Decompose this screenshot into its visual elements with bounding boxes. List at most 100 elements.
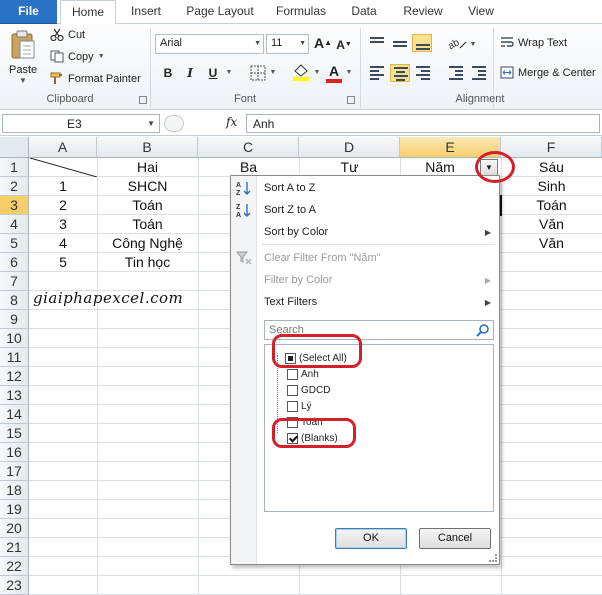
ok-button[interactable]: OK xyxy=(335,528,407,549)
row-header-10[interactable]: 10 xyxy=(0,329,29,348)
column-header-b[interactable]: B xyxy=(97,137,198,158)
row-header-13[interactable]: 13 xyxy=(0,386,29,405)
wrap-text-button[interactable]: Wrap Text xyxy=(500,36,567,49)
increase-font-size-button[interactable]: A▲ xyxy=(314,34,332,52)
middle-align-button[interactable] xyxy=(390,34,410,52)
cell-f4[interactable]: Văn xyxy=(501,215,602,234)
top-align-button[interactable] xyxy=(367,34,387,52)
column-header-c[interactable]: C xyxy=(198,137,299,158)
row-header-3[interactable]: 3 xyxy=(0,196,29,215)
formula-input[interactable]: Anh xyxy=(246,114,600,133)
row-header-8[interactable]: 8 xyxy=(0,291,29,310)
cell-f5[interactable]: Văn xyxy=(501,234,602,253)
filter-item[interactable]: GDCD xyxy=(287,385,330,396)
row-header-22[interactable]: 22 xyxy=(0,557,29,576)
orientation-icon[interactable]: ab xyxy=(446,34,468,52)
sort-z-to-a-item[interactable]: Sort Z to A xyxy=(264,204,316,216)
tab-file[interactable]: File xyxy=(0,0,57,24)
row-header-4[interactable]: 4 xyxy=(0,215,29,234)
cell-f3[interactable]: Toán xyxy=(501,196,602,215)
tab-home[interactable]: Home xyxy=(60,0,116,25)
select-all-corner[interactable] xyxy=(0,137,29,158)
cell-a2[interactable]: 1 xyxy=(29,177,97,196)
row-header-16[interactable]: 16 xyxy=(0,443,29,462)
tab-review[interactable]: Review xyxy=(396,0,450,24)
underline-button[interactable]: U xyxy=(205,64,221,82)
sort-a-to-z-item[interactable]: Sort A to Z xyxy=(264,182,315,194)
column-header-f[interactable]: F xyxy=(501,137,602,158)
tab-formulas[interactable]: Formulas xyxy=(270,0,332,24)
cell-a6[interactable]: 5 xyxy=(29,253,97,272)
row-header-6[interactable]: 6 xyxy=(0,253,29,272)
fill-color-dropdown-icon[interactable]: ▼ xyxy=(312,64,322,82)
row-header-9[interactable]: 9 xyxy=(0,310,29,329)
row-header-2[interactable]: 2 xyxy=(0,177,29,196)
column-header-d[interactable]: D xyxy=(299,137,400,158)
decrease-indent-button[interactable] xyxy=(446,64,466,82)
paste-dropdown-icon[interactable]: ▼ xyxy=(19,76,27,85)
copy-dropdown-icon[interactable]: ▼ xyxy=(98,53,105,60)
tab-page-layout[interactable]: Page Layout xyxy=(178,0,262,24)
row-header-18[interactable]: 18 xyxy=(0,481,29,500)
underline-dropdown-icon[interactable]: ▼ xyxy=(224,64,234,82)
chevron-down-icon[interactable]: ▼ xyxy=(254,40,261,47)
name-box[interactable]: E3 ▼ xyxy=(2,114,160,133)
filter-item[interactable]: Anh xyxy=(287,369,319,380)
row-header-15[interactable]: 15 xyxy=(0,424,29,443)
clear-filter-item[interactable]: Clear Filter From "Năm" xyxy=(264,252,381,264)
row-header-19[interactable]: 19 xyxy=(0,500,29,519)
merge-center-button[interactable]: Merge & Center xyxy=(500,66,596,79)
font-name-select[interactable]: Arial ▼ xyxy=(155,34,264,54)
center-align-button[interactable] xyxy=(390,64,410,82)
row-header-11[interactable]: 11 xyxy=(0,348,29,367)
cut-button[interactable]: Cut xyxy=(50,28,85,41)
format-painter-button[interactable]: Format Painter xyxy=(50,72,141,85)
autofilter-menu[interactable]: A Z Sort A to Z Z A Sort Z to A Sort by … xyxy=(230,175,500,565)
font-size-select[interactable]: 11 ▼ xyxy=(266,34,309,54)
cell-f1[interactable]: Sáu xyxy=(501,158,602,177)
increase-indent-button[interactable] xyxy=(469,64,489,82)
cancel-button[interactable]: Cancel xyxy=(419,528,491,549)
cell-b6[interactable]: Tin học xyxy=(97,253,198,272)
chevron-down-icon[interactable]: ▼ xyxy=(299,40,306,47)
cell-a4[interactable]: 3 xyxy=(29,215,97,234)
bottom-align-button[interactable] xyxy=(412,34,432,52)
column-header-a[interactable]: A xyxy=(29,137,97,158)
cell-b4[interactable]: Toán xyxy=(97,215,198,234)
checkbox-icon[interactable] xyxy=(287,401,298,412)
cell-a5[interactable]: 4 xyxy=(29,234,97,253)
font-color-dropdown-icon[interactable]: ▼ xyxy=(344,64,354,82)
row-header-1[interactable]: 1 xyxy=(0,158,29,177)
sort-by-color-item[interactable]: Sort by Color xyxy=(264,226,328,238)
formula-bar-handle[interactable] xyxy=(164,115,184,132)
orientation-dropdown-icon[interactable]: ▼ xyxy=(468,36,478,54)
tab-insert[interactable]: Insert xyxy=(122,0,170,24)
copy-button[interactable]: Copy ▼ xyxy=(50,50,105,63)
checkbox-icon[interactable] xyxy=(287,369,298,380)
row-header-21[interactable]: 21 xyxy=(0,538,29,557)
insert-function-button[interactable]: fx xyxy=(226,115,237,129)
cell-f2[interactable]: Sinh xyxy=(501,177,602,196)
align-right-button[interactable] xyxy=(413,64,433,82)
clipboard-launcher-icon[interactable] xyxy=(139,96,147,104)
row-header-17[interactable]: 17 xyxy=(0,462,29,481)
checkbox-icon[interactable] xyxy=(287,385,298,396)
align-left-button[interactable] xyxy=(367,64,387,82)
italic-button[interactable]: I xyxy=(182,64,198,82)
row-header-5[interactable]: 5 xyxy=(0,234,29,253)
row-header-14[interactable]: 14 xyxy=(0,405,29,424)
font-launcher-icon[interactable] xyxy=(347,96,355,104)
borders-icon[interactable] xyxy=(250,65,266,81)
row-header-23[interactable]: 23 xyxy=(0,576,29,595)
cell-b3[interactable]: Toán xyxy=(97,196,198,215)
decrease-font-size-button[interactable]: A▼ xyxy=(336,36,352,54)
tab-data[interactable]: Data xyxy=(342,0,386,24)
row-header-20[interactable]: 20 xyxy=(0,519,29,538)
cell-b5[interactable]: Công Nghệ xyxy=(97,234,198,253)
filter-item[interactable]: Lý xyxy=(287,401,312,412)
paste-icon[interactable] xyxy=(10,30,36,60)
filter-by-color-item[interactable]: Filter by Color xyxy=(264,274,332,286)
paste-button[interactable]: Paste xyxy=(9,64,37,76)
row-header-7[interactable]: 7 xyxy=(0,272,29,291)
row-header-12[interactable]: 12 xyxy=(0,367,29,386)
